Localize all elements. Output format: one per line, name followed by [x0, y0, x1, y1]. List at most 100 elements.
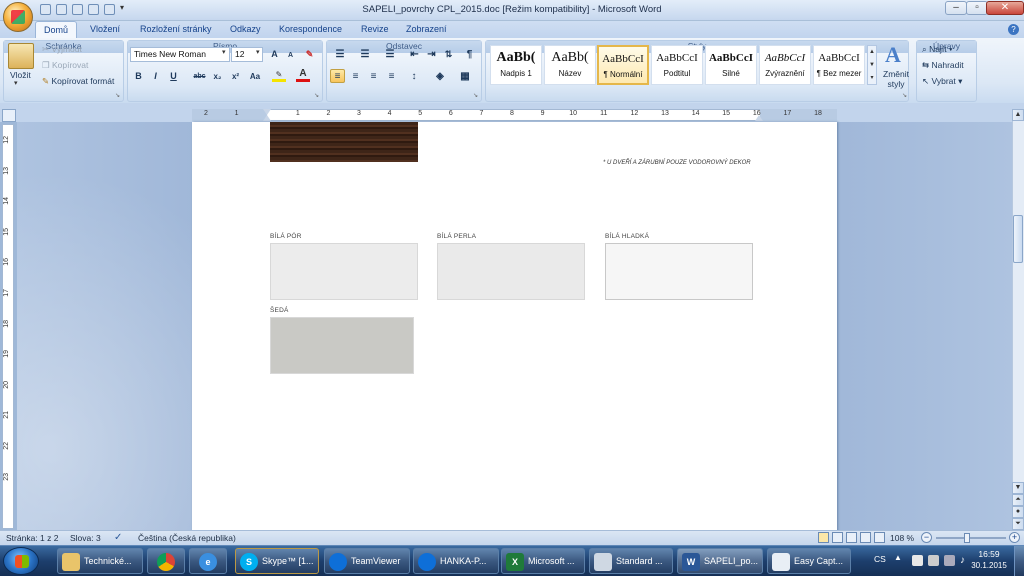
- multilevel-list-icon[interactable]: ☰: [380, 47, 400, 61]
- grow-font-icon[interactable]: A: [267, 47, 282, 61]
- tab-domu[interactable]: Domů: [35, 21, 78, 38]
- signal-icon[interactable]: [944, 555, 955, 566]
- tab-revize[interactable]: Revize: [353, 21, 397, 38]
- font-color-icon[interactable]: A: [296, 69, 310, 82]
- style-podtitul[interactable]: AaBbCcI Podtitul: [651, 45, 703, 85]
- italic-button[interactable]: I: [148, 69, 163, 83]
- volume-icon[interactable]: ♪: [960, 555, 965, 566]
- style-normalni[interactable]: AaBbCcI ¶ Normální: [597, 45, 649, 85]
- taskbar-item-excel[interactable]: X Microsoft ...: [501, 548, 585, 574]
- underline-button[interactable]: U: [166, 69, 181, 83]
- select-button[interactable]: ↖ Vybrat ▾: [922, 76, 962, 87]
- full-screen-view-icon[interactable]: [832, 532, 843, 543]
- next-page-icon[interactable]: ⏷: [1012, 518, 1024, 530]
- subscript-button[interactable]: x₂: [210, 69, 225, 83]
- hanging-indent-marker[interactable]: [263, 115, 271, 121]
- scroll-up-icon[interactable]: ▲: [1012, 109, 1024, 121]
- borders-icon[interactable]: ▦: [455, 69, 475, 83]
- line-spacing-icon[interactable]: ↕: [404, 69, 424, 83]
- zoom-in-icon[interactable]: +: [1009, 532, 1020, 543]
- zoom-slider[interactable]: [936, 537, 1006, 539]
- taskbar-item-chrome[interactable]: [147, 548, 185, 574]
- font-family-dropdown-icon[interactable]: ▾: [222, 48, 226, 56]
- show-desktop-button[interactable]: [1014, 546, 1024, 576]
- office-button[interactable]: [3, 2, 33, 32]
- close-button[interactable]: ✕: [986, 1, 1024, 15]
- zoom-out-icon[interactable]: −: [921, 532, 932, 543]
- draft-view-icon[interactable]: [874, 532, 885, 543]
- scroll-thumb[interactable]: [1013, 215, 1023, 263]
- vertical-scrollbar[interactable]: [1012, 109, 1024, 530]
- find-button[interactable]: ⌕ Najít ▾: [922, 44, 953, 55]
- tab-korespondence[interactable]: Korespondence: [271, 21, 350, 38]
- style-nazev[interactable]: AaBb( Název: [544, 45, 596, 85]
- clipboard-icon[interactable]: [8, 43, 34, 69]
- sort-icon[interactable]: ⇅: [441, 47, 456, 61]
- proofing-icon[interactable]: ✓: [114, 532, 122, 543]
- style-nadpis-1[interactable]: AaBb( Nadpis 1: [490, 45, 542, 85]
- clock-date[interactable]: 30.1.2015: [967, 561, 1011, 570]
- start-button[interactable]: [3, 547, 39, 575]
- show-formatting-marks-icon[interactable]: ¶: [462, 47, 477, 61]
- taskbar-item-ie[interactable]: e: [189, 548, 227, 574]
- numbering-icon[interactable]: ☰: [355, 47, 375, 61]
- taskbar-item-word[interactable]: W SAPELI_po...: [677, 548, 763, 574]
- tab-odkazy[interactable]: Odkazy: [222, 21, 269, 38]
- minimize-button[interactable]: –: [945, 1, 967, 15]
- taskbar-item-hanka[interactable]: HANKA-P...: [413, 548, 499, 574]
- strikethrough-button[interactable]: abc: [192, 69, 207, 83]
- tab-rozlozeni-stranky[interactable]: Rozložení stránky: [132, 21, 220, 38]
- font-family-select[interactable]: Times New Roman: [130, 47, 230, 62]
- web-layout-view-icon[interactable]: [846, 532, 857, 543]
- print-layout-view-icon[interactable]: [818, 532, 829, 543]
- shrink-font-icon[interactable]: A: [283, 48, 298, 62]
- styles-launcher-icon[interactable]: ↘: [902, 92, 907, 99]
- change-case-button[interactable]: Aa: [246, 69, 264, 83]
- network-icon[interactable]: [928, 555, 939, 566]
- align-right-icon[interactable]: ≡: [366, 69, 381, 83]
- superscript-button[interactable]: x²: [228, 69, 243, 83]
- taskbar-item-teamviewer[interactable]: TeamViewer: [324, 548, 410, 574]
- maximize-button[interactable]: ▫: [966, 1, 988, 15]
- word-count[interactable]: Slova: 3: [70, 533, 101, 543]
- taskbar-item-standard[interactable]: Standard ...: [589, 548, 673, 574]
- replace-button[interactable]: ⇆ Nahradit: [922, 60, 964, 71]
- taskbar-item-easy-capture[interactable]: Easy Capt...: [767, 548, 851, 574]
- highlight-icon[interactable]: ✎: [272, 70, 286, 82]
- tab-zobrazeni[interactable]: Zobrazení: [398, 21, 455, 38]
- styles-scroll-icon[interactable]: ▲ ▼ ▾: [867, 45, 877, 85]
- taskbar-item-technicke[interactable]: Technické...: [57, 548, 143, 574]
- decrease-indent-icon[interactable]: ⇤: [407, 47, 422, 61]
- tab-selector-icon[interactable]: [2, 109, 16, 122]
- bullets-icon[interactable]: ☰: [330, 47, 350, 61]
- shading-icon[interactable]: ◈: [430, 69, 450, 83]
- increase-indent-icon[interactable]: ⇥: [424, 47, 439, 61]
- clear-formatting-icon[interactable]: ✎: [302, 47, 317, 61]
- tab-vlozeni[interactable]: Vložení: [82, 21, 128, 38]
- page-count[interactable]: Stránka: 1 z 2: [6, 533, 58, 543]
- change-styles-icon[interactable]: A: [885, 42, 901, 68]
- show-hidden-icons-icon[interactable]: ▲: [894, 553, 902, 562]
- taskbar-item-skype[interactable]: S Skype™ [1...: [235, 548, 319, 574]
- scroll-down-icon[interactable]: ▼: [1012, 482, 1024, 494]
- justify-icon[interactable]: ≡: [384, 69, 399, 83]
- format-painter-button[interactable]: ✎ Kopírovat formát: [42, 76, 114, 87]
- browse-object-icon[interactable]: ●: [1012, 506, 1024, 518]
- help-icon[interactable]: ?: [1008, 24, 1019, 35]
- outline-view-icon[interactable]: [860, 532, 871, 543]
- clipboard-launcher-icon[interactable]: ↘: [115, 92, 120, 99]
- style-silne[interactable]: AaBbCcI Silné: [705, 45, 757, 85]
- input-language[interactable]: CS: [874, 554, 886, 564]
- paragraph-launcher-icon[interactable]: ↘: [473, 92, 478, 99]
- prev-page-icon[interactable]: ⏶: [1012, 494, 1024, 506]
- align-left-icon[interactable]: ≡: [330, 69, 345, 83]
- paste-dropdown-icon[interactable]: ▾: [14, 79, 18, 87]
- style-bez-mezer[interactable]: AaBbCcI ¶ Bez mezer: [813, 45, 865, 85]
- style-zvyrazneni[interactable]: AaBbCcI Zvýraznění: [759, 45, 811, 85]
- zoom-slider-thumb[interactable]: [964, 533, 970, 543]
- zoom-level[interactable]: 108 %: [890, 533, 914, 543]
- language-status[interactable]: Čeština (Česká republika): [138, 533, 236, 543]
- change-styles-button[interactable]: Změnit styly: [881, 69, 911, 89]
- font-launcher-icon[interactable]: ↘: [314, 92, 319, 99]
- clock-time[interactable]: 16:59: [974, 549, 1004, 559]
